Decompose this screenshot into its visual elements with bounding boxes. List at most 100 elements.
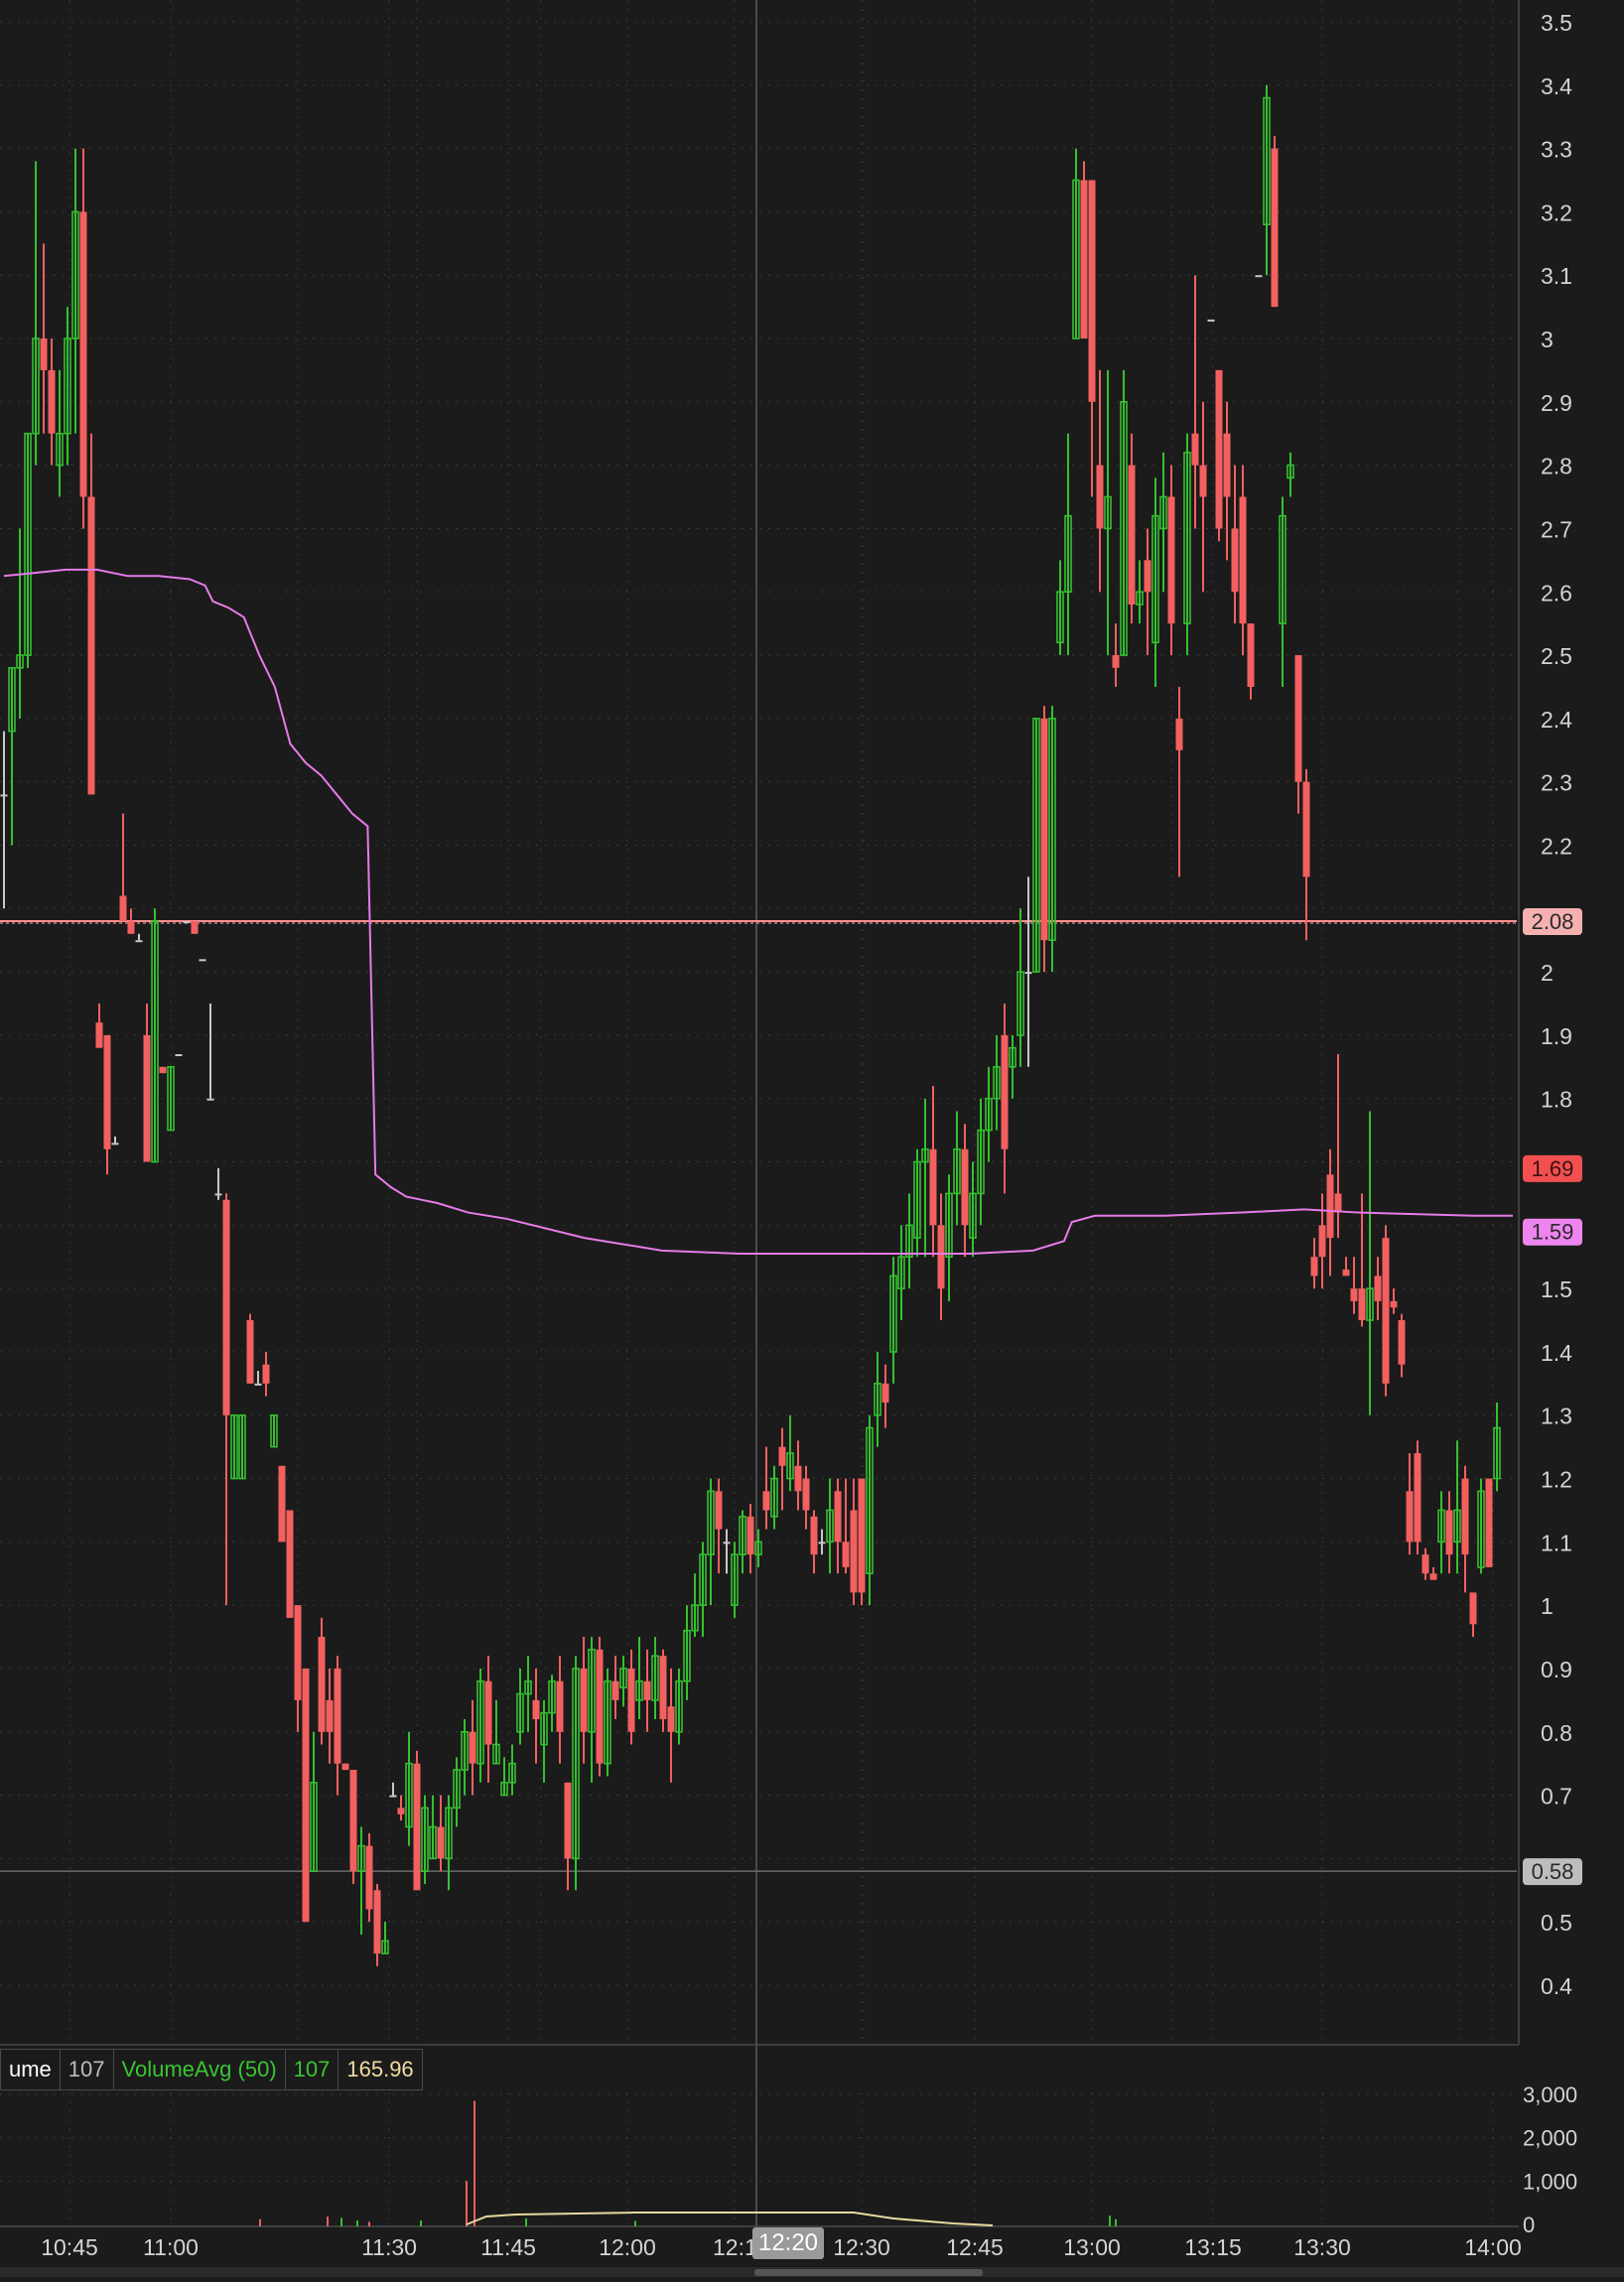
candle-body-down — [365, 1845, 373, 1910]
candle-body-down — [1350, 1288, 1358, 1301]
price-tick-label: 1.8 — [1541, 1087, 1572, 1113]
candle-body-down — [1144, 560, 1151, 593]
candle-body-down — [1191, 433, 1199, 466]
price-tick-label: 2.3 — [1541, 770, 1572, 796]
price-tick-label: 0.7 — [1541, 1784, 1572, 1810]
horizontal-scrollbar-thumb[interactable] — [754, 2269, 983, 2276]
candle-body-down — [1247, 623, 1255, 687]
volume-study-label[interactable]: ume — [0, 2049, 61, 2090]
candle-body-down — [183, 921, 191, 924]
volume-tick-label: 0 — [1523, 2213, 1535, 2237]
candle-body-down — [222, 1199, 230, 1415]
candle-body-down — [1040, 718, 1048, 941]
candle-body-down — [79, 211, 87, 497]
candle-body-down — [1334, 1193, 1342, 1213]
volume-extra-value: 165.96 — [338, 2049, 423, 2090]
price-tick-label: 2.9 — [1541, 390, 1572, 416]
candle-body-down — [834, 1491, 842, 1543]
candle-body-down — [1215, 369, 1223, 529]
candle-body-down — [143, 1034, 151, 1162]
time-tick-label: 11:00 — [143, 2234, 199, 2260]
candle-body-down — [437, 1826, 445, 1859]
candle-body-down — [278, 1465, 286, 1543]
candle-body-down — [135, 940, 143, 943]
candle-body-down — [858, 1478, 866, 1593]
candle-body-down — [1175, 718, 1183, 750]
candle-body-down — [1310, 1257, 1318, 1276]
price-tick-label: 2.7 — [1541, 516, 1572, 542]
candle-body-down — [659, 1656, 667, 1720]
candle-body-down — [929, 1148, 937, 1226]
candle-body-down — [1302, 781, 1310, 877]
candle-body-down — [349, 1770, 357, 1872]
candle-body-down — [627, 1668, 635, 1732]
candle-body-down — [723, 1542, 731, 1544]
price-tick-label: 2.4 — [1541, 707, 1572, 733]
time-tick-label: 13:00 — [1063, 2234, 1121, 2260]
candle-body-down — [715, 1491, 723, 1530]
candle-body-down — [191, 921, 199, 934]
candle-body-down — [1358, 1288, 1366, 1321]
candle-body-down — [1469, 1592, 1477, 1625]
candle-body-down — [1326, 1174, 1334, 1239]
candle-body-down — [334, 1668, 341, 1764]
candle-body-down — [1223, 433, 1231, 497]
candle-body-down — [961, 1148, 969, 1226]
candle-body-down — [937, 1225, 945, 1289]
price-tick-label: 1.3 — [1541, 1404, 1572, 1429]
price-tick-label: 3.3 — [1541, 137, 1572, 163]
time-tick-label: 11:30 — [361, 2234, 417, 2260]
price-tick-label: 2.8 — [1541, 454, 1572, 479]
candle-body-down — [1128, 465, 1136, 605]
candle-body-down — [1112, 655, 1120, 668]
candle-body-down — [1398, 1320, 1406, 1365]
candle-body-down — [95, 1022, 103, 1048]
candle-body-down — [611, 1680, 619, 1700]
candle-body-down — [341, 1763, 349, 1771]
candle-body-down — [87, 496, 95, 795]
candle-body-down — [1239, 496, 1247, 624]
price-tick-label: 1.4 — [1541, 1340, 1572, 1366]
candle-body-down — [596, 1649, 604, 1764]
candle-body-down — [1390, 1300, 1398, 1308]
price-tick-label: 0.4 — [1541, 1973, 1572, 1999]
candle-body-down — [746, 1516, 754, 1555]
price-tick-label: 0.5 — [1541, 1910, 1572, 1936]
candle-body-down — [199, 959, 206, 962]
candle-body-down — [318, 1637, 326, 1732]
time-tick-label: 13:30 — [1293, 2234, 1351, 2260]
candle-body-down — [532, 1699, 540, 1720]
candle-body-down — [1374, 1275, 1382, 1301]
price-chart[interactable]: 3.5 3.4 3.3 3.2 3.1 3 2.9 2.8 2.7 2.6 2.5 2.4 2.3 2.2… — [0, 0, 1624, 2277]
candle-body-down — [762, 1491, 770, 1511]
price-marker-label: 0.58 — [1532, 1859, 1574, 1884]
candle-body-down — [1024, 972, 1032, 975]
candle-body-down — [1382, 1238, 1390, 1384]
price-marker-label: 1.69 — [1532, 1156, 1574, 1181]
volume-avg-value: 107 — [284, 2049, 339, 2090]
candle-body-down — [127, 921, 135, 934]
volume-study-value: 107 — [59, 2049, 114, 2090]
time-tick-label: 12:1 — [713, 2234, 757, 2260]
candle-body-down — [794, 1465, 802, 1492]
price-tick-label: 3.1 — [1541, 263, 1572, 289]
volume-tick-label: 3,000 — [1523, 2082, 1577, 2107]
candle-body-down — [643, 1680, 651, 1700]
price-tick-label: 1.1 — [1541, 1530, 1572, 1555]
price-tick-label: 1.5 — [1541, 1276, 1572, 1302]
candle-body-down — [1421, 1554, 1429, 1574]
candle-body-down — [842, 1542, 850, 1567]
candle-body-down — [413, 1763, 421, 1891]
candle-body-down — [1167, 496, 1175, 624]
time-tick-label: 12:30 — [833, 2234, 890, 2260]
candle-body-down — [1485, 1478, 1493, 1567]
candle-body-down — [1001, 1034, 1009, 1149]
time-tick-label: 12:45 — [946, 2234, 1004, 2260]
price-tick-label: 3.2 — [1541, 200, 1572, 225]
chart-root[interactable]: 3.5 3.4 3.3 3.2 3.1 3 2.9 2.8 2.7 2.6 2.5 2.4 2.3 2.2… — [0, 0, 1624, 2277]
price-tick-label: 1.9 — [1541, 1023, 1572, 1049]
price-tick-label: 0.8 — [1541, 1720, 1572, 1746]
candle-body-down — [0, 794, 8, 797]
volume-avg-label[interactable]: VolumeAvg (50) — [112, 2049, 286, 2090]
price-tick-label: 2.5 — [1541, 643, 1572, 669]
